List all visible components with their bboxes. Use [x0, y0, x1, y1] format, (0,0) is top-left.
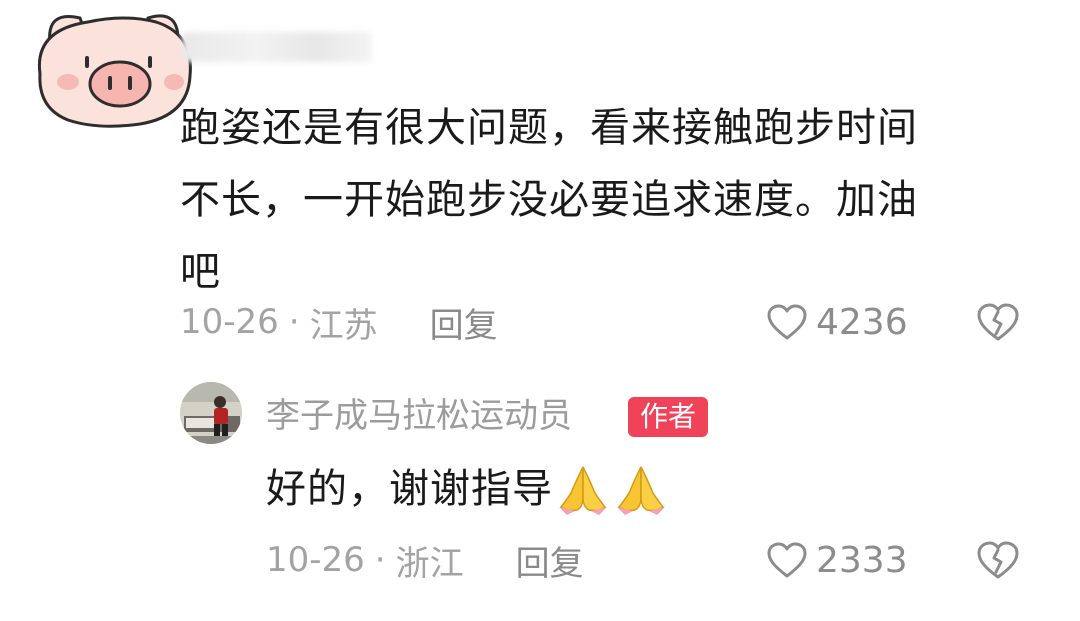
- reply-meta: 10-26 · 浙江 回复: [266, 536, 584, 585]
- meta-separator: ·: [374, 540, 386, 580]
- pig-avatar-icon[interactable]: [28, 4, 196, 132]
- comment-meta: 10-26 · 江苏 回复: [180, 298, 498, 347]
- reply-like-count: 2333: [816, 539, 908, 581]
- like-button[interactable]: 4236: [766, 300, 908, 344]
- reply-reply-button[interactable]: 回复: [516, 536, 584, 585]
- runner-avatar[interactable]: [180, 382, 242, 444]
- reply-text: 好的，谢谢指导: [266, 466, 553, 512]
- reply-body: 好的，谢谢指导: [266, 458, 669, 520]
- reply-username[interactable]: 李子成马拉松运动员: [266, 394, 572, 438]
- comment-date: 10-26: [180, 302, 279, 342]
- reply-dislike-button[interactable]: [976, 540, 1020, 580]
- comment-line: 吧: [180, 249, 221, 295]
- author-badge: 作者: [628, 397, 709, 437]
- reply-button[interactable]: 回复: [430, 298, 498, 347]
- heart-outline-icon: [767, 542, 807, 578]
- meta-separator: ·: [288, 302, 300, 342]
- like-count: 4236: [816, 301, 908, 343]
- reply-location: 浙江: [395, 543, 464, 584]
- comment-body: 跑姿还是有很大问题，看来接触跑步时间 不长，一开始跑步没必要追求速度。加油 吧: [180, 92, 1010, 308]
- praying-hands-icon: [613, 461, 669, 517]
- broken-heart-icon: [977, 303, 1019, 341]
- comment-thread: 跑姿还是有很大问题，看来接触跑步时间 不长，一开始跑步没必要追求速度。加油 吧 …: [0, 0, 1080, 621]
- heart-outline-icon: [767, 304, 807, 340]
- comment-line: 跑姿还是有很大问题，看来接触跑步时间: [180, 105, 918, 151]
- reply-date: 10-26: [266, 540, 365, 580]
- comment-line: 不长，一开始跑步没必要追求速度。加油: [180, 177, 918, 223]
- praying-hands-icon: [555, 461, 611, 517]
- reply-like-button[interactable]: 2333: [766, 538, 908, 582]
- broken-heart-icon: [977, 541, 1019, 579]
- username-blurred[interactable]: [182, 32, 372, 62]
- comment-location: 江苏: [309, 305, 378, 346]
- dislike-button[interactable]: [976, 302, 1020, 342]
